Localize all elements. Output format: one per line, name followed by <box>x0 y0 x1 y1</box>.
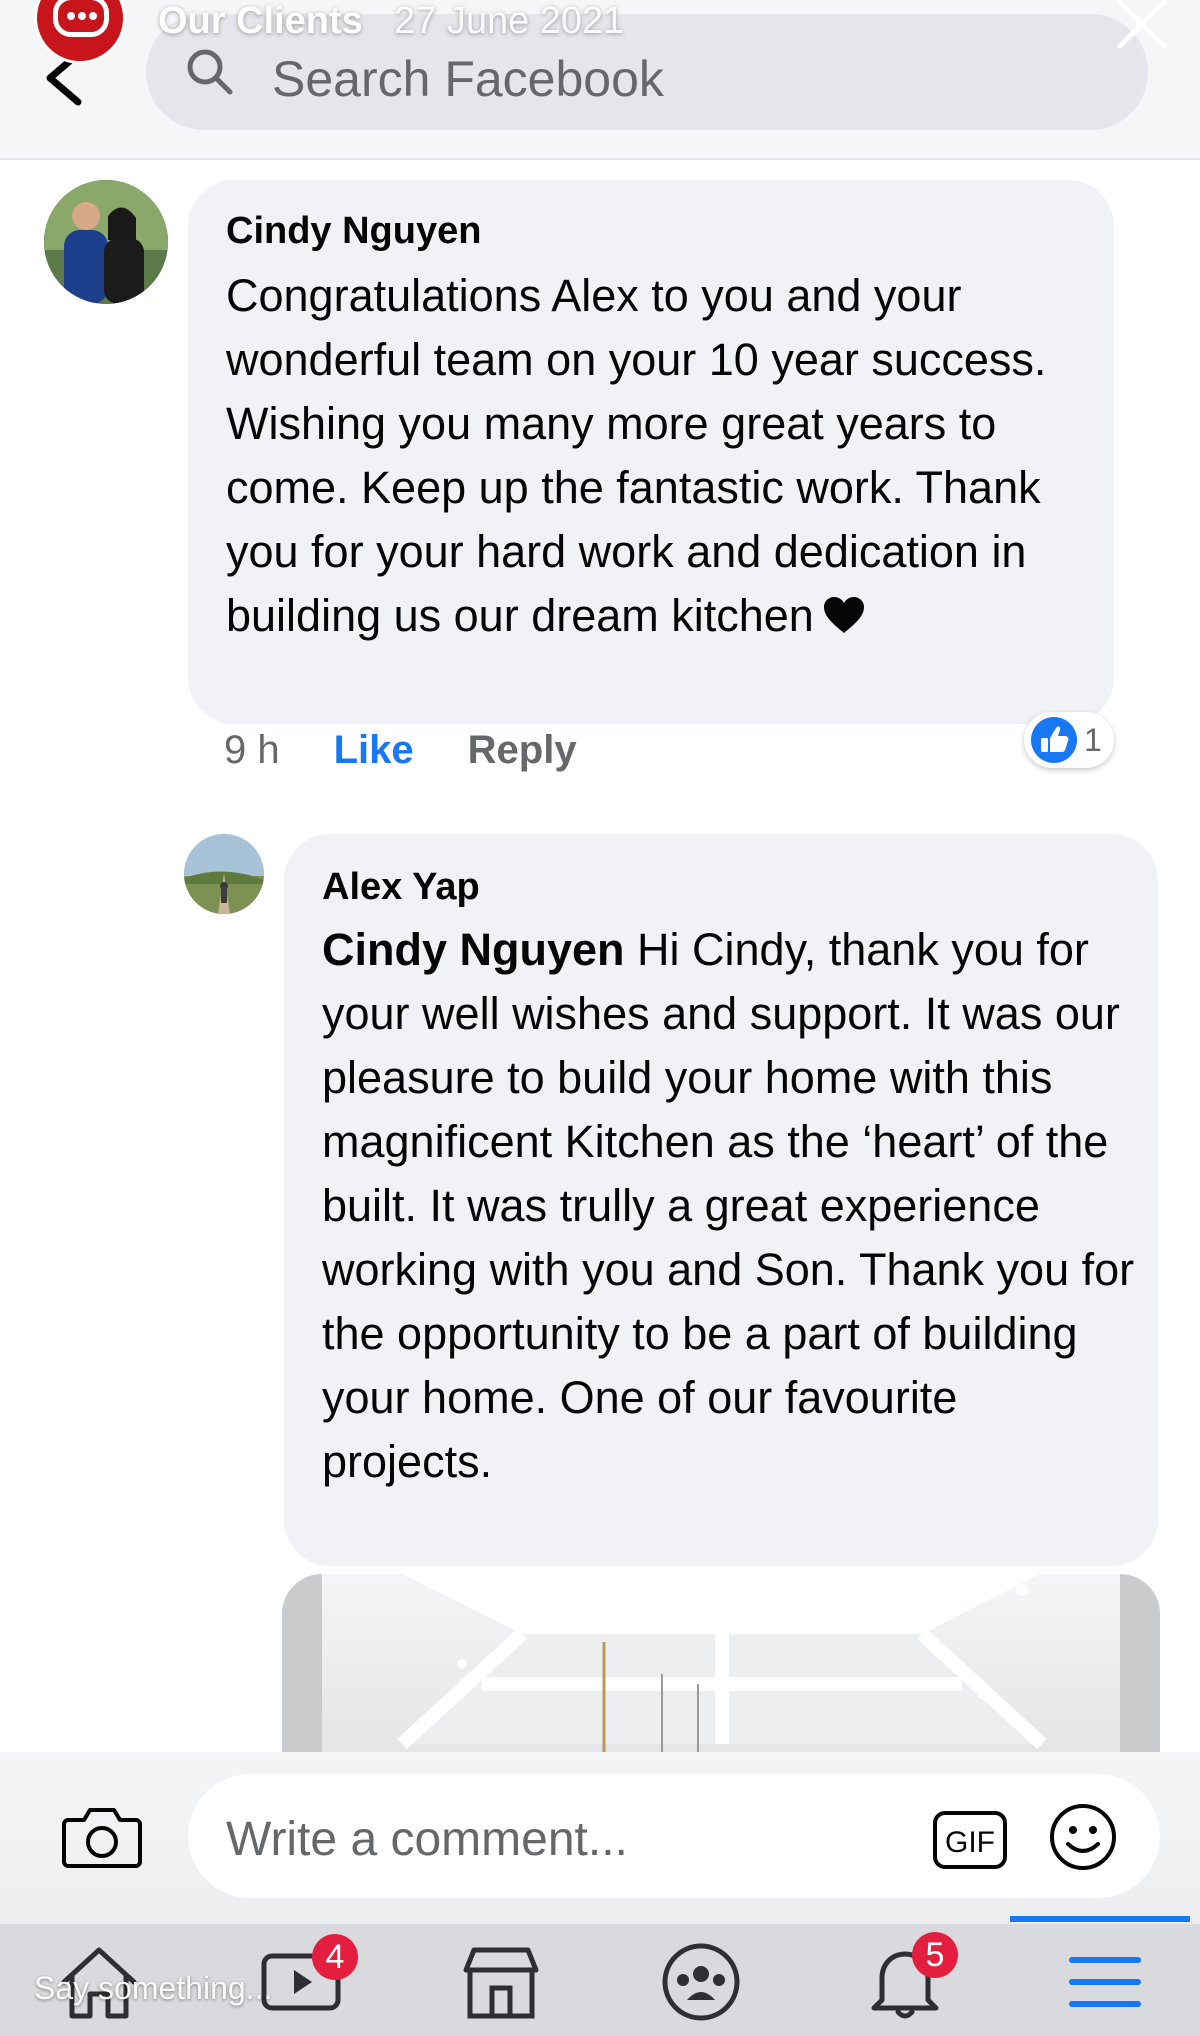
notifications-badge: 5 <box>912 1932 958 1978</box>
active-tab-indicator <box>1010 1916 1190 1922</box>
search-input[interactable]: Search Facebook <box>272 50 664 108</box>
avatar[interactable] <box>184 834 264 914</box>
story-date: 27 June 2021 <box>394 0 625 42</box>
reply-bubble: Alex Yap Cindy Nguyen Hi Cindy, thank yo… <box>284 834 1158 1566</box>
comment-text: Congratulations Alex to you and your won… <box>226 270 1047 641</box>
emoji-icon[interactable] <box>1048 1802 1118 1872</box>
groups-icon[interactable] <box>656 1942 746 2022</box>
marketplace-icon[interactable] <box>456 1942 546 2022</box>
comment-text: Cindy Nguyen Hi Cindy, thank you for you… <box>322 924 1135 1487</box>
camera-icon[interactable] <box>62 1802 142 1870</box>
reaction-count: 1 <box>1084 721 1102 758</box>
comment-placeholder: Write a comment... <box>226 1813 628 1866</box>
story-account-name[interactable]: Our Clients <box>158 0 363 43</box>
menu-icon[interactable] <box>1060 1942 1150 2022</box>
video-badge: 4 <box>312 1934 358 1980</box>
comment-author[interactable]: Alex Yap <box>322 866 480 909</box>
comment-author[interactable]: Cindy Nguyen <box>226 210 481 253</box>
story-reply-input[interactable]: Say something... <box>34 1970 272 2007</box>
gif-icon[interactable]: GIF <box>932 1810 1008 1870</box>
comment-actions: 9 h Like Reply <box>224 728 577 773</box>
reaction-summary[interactable]: 1 <box>1024 712 1114 768</box>
avatar[interactable] <box>44 180 168 304</box>
heart-icon <box>823 597 864 633</box>
comment-input[interactable]: Write a comment... GIF <box>188 1774 1160 1898</box>
like-button[interactable]: Like <box>334 728 414 773</box>
comment-bubble: Cindy Nguyen Congratulations Alex to you… <box>188 180 1114 724</box>
thumbs-up-icon <box>1031 717 1077 763</box>
mention-link[interactable]: Cindy Nguyen <box>322 924 625 975</box>
comment-composer: Write a comment... GIF <box>0 1752 1200 1924</box>
reply-button[interactable]: Reply <box>468 728 577 773</box>
svg-text:GIF: GIF <box>945 1826 995 1859</box>
close-icon[interactable] <box>1112 0 1172 48</box>
comment-time: 9 h <box>224 728 280 772</box>
search-icon <box>187 49 233 95</box>
